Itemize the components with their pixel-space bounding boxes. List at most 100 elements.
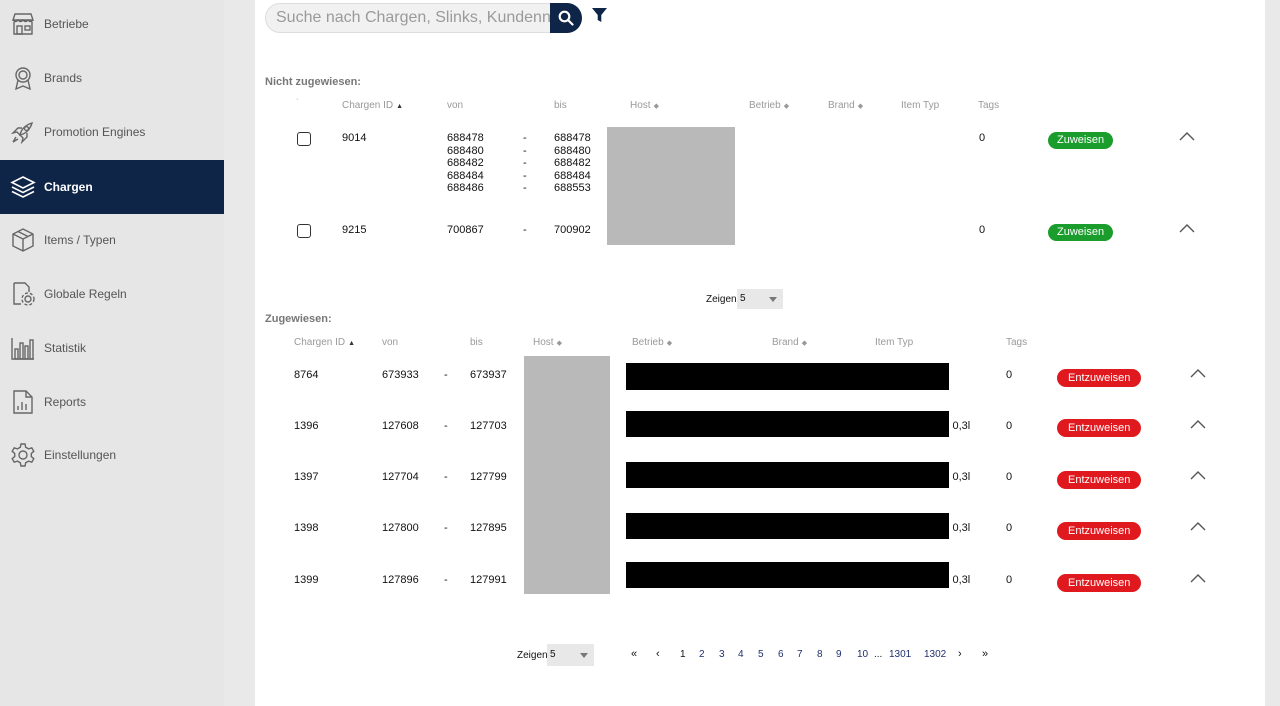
bar-chart-icon <box>9 334 37 362</box>
chevron-up-icon[interactable] <box>1190 419 1206 429</box>
sidebar-item-globale-regeln[interactable]: Globale Regeln <box>0 267 224 321</box>
range-dash: - <box>444 522 448 534</box>
pagination-page[interactable]: 7 <box>797 649 803 660</box>
pagination-page[interactable]: 4 <box>738 649 744 660</box>
search-icon <box>558 10 574 26</box>
header-host[interactable]: Host ◆ <box>630 100 659 111</box>
range-dash: - <box>444 420 448 432</box>
range-from: 673933 <box>382 369 419 381</box>
page-size-select[interactable]: 5 <box>737 289 783 309</box>
store-icon <box>9 10 37 38</box>
betrieb-brand-redacted <box>626 513 949 539</box>
assign-button[interactable]: Zuweisen <box>1048 224 1114 241</box>
item-type: l 0,3l <box>947 574 971 586</box>
sidebar-item-label: Statistik <box>44 341 87 355</box>
rocket-icon <box>9 118 37 146</box>
page-size-label: Zeigen <box>706 294 737 305</box>
betrieb-brand-redacted <box>626 562 949 588</box>
chevron-up-icon[interactable] <box>1190 521 1206 531</box>
pagination-first[interactable]: « <box>631 648 637 660</box>
report-icon <box>9 388 37 416</box>
row-checkbox[interactable] <box>297 224 311 238</box>
chevron-up-icon[interactable] <box>1190 573 1206 583</box>
chargen-id: 9014 <box>342 132 367 144</box>
sidebar: Betriebe Brands Promotion Engines Charge… <box>0 0 224 706</box>
header-tags: Tags <box>1006 337 1028 348</box>
pagination-page[interactable]: 2 <box>699 649 705 660</box>
pagination-page[interactable]: 1 <box>680 649 686 660</box>
sidebar-item-label: Globale Regeln <box>44 287 127 301</box>
unassign-button[interactable]: Entzuweisen <box>1057 574 1142 592</box>
range-to: 127991 <box>470 574 507 586</box>
unassign-button[interactable]: Entzuweisen <box>1057 369 1142 387</box>
page-size-label: Zeigen <box>517 650 548 661</box>
sidebar-item-statistik[interactable]: Statistik <box>0 321 224 375</box>
header-brand[interactable]: Brand ◆ <box>772 337 807 348</box>
pagination-page[interactable]: 9 <box>836 649 842 660</box>
chevron-up-icon[interactable] <box>1190 368 1206 378</box>
search-input[interactable] <box>266 4 552 32</box>
sidebar-item-einstellungen[interactable]: Einstellungen <box>0 428 224 482</box>
caret-down-icon <box>580 653 588 658</box>
chargen-id: 1399 <box>294 574 319 586</box>
sidebar-item-chargen[interactable]: Chargen <box>0 160 224 214</box>
pagination-next[interactable]: › <box>958 648 962 660</box>
item-type: l 0,3l <box>947 420 971 432</box>
header-betrieb[interactable]: Betrieb ◆ <box>749 100 789 111</box>
pagination-page[interactable]: 3 <box>719 649 725 660</box>
range-to: 700902 <box>554 224 591 236</box>
range-dash: - <box>444 369 448 381</box>
pagination-page[interactable]: 10 <box>857 649 868 660</box>
sidebar-item-betriebe[interactable]: Betriebe <box>0 0 224 51</box>
sidebar-item-label: Einstellungen <box>44 448 117 462</box>
unassign-button[interactable]: Entzuweisen <box>1057 419 1142 437</box>
range-to: 127703 <box>470 420 507 432</box>
range-from: 127704 <box>382 471 419 483</box>
sidebar-item-reports[interactable]: Reports <box>0 375 224 429</box>
select-all-marker: · <box>296 96 299 103</box>
sidebar-item-brands[interactable]: Brands <box>0 51 224 105</box>
header-von: von <box>382 337 399 348</box>
header-host[interactable]: Host ◆ <box>533 337 562 348</box>
range-from: 127608 <box>382 420 419 432</box>
header-betrieb[interactable]: Betrieb ◆ <box>632 337 672 348</box>
pagination-page[interactable]: 1302 <box>924 649 946 660</box>
pagination-page[interactable]: 5 <box>758 649 764 660</box>
chevron-up-icon[interactable] <box>1179 223 1195 233</box>
betrieb-brand-redacted <box>626 363 949 390</box>
unassign-button[interactable]: Entzuweisen <box>1057 522 1142 540</box>
sidebar-item-items-typen[interactable]: Items / Typen <box>0 213 224 267</box>
unassign-button[interactable]: Entzuweisen <box>1057 471 1142 489</box>
chevron-up-icon[interactable] <box>1190 470 1206 480</box>
range-to: 688478 688480 688482 688484 688553 <box>554 132 591 195</box>
header-brand[interactable]: Brand ◆ <box>828 100 863 111</box>
chevron-up-icon[interactable] <box>1179 131 1195 141</box>
pagination-last[interactable]: » <box>982 648 988 660</box>
header-chargen-id[interactable]: Chargen ID ▲ <box>294 337 355 348</box>
chargen-id: 1398 <box>294 522 319 534</box>
range-dash: - <box>444 574 448 586</box>
pagination-page[interactable]: 6 <box>778 649 784 660</box>
tags-count: 0 <box>1006 574 1013 586</box>
chargen-id: 8764 <box>294 369 319 381</box>
header-chargen-id[interactable]: Chargen ID ▲ <box>342 100 403 111</box>
pagination-prev[interactable]: ‹ <box>656 648 660 660</box>
tags-count: 0 <box>1006 471 1013 483</box>
gear-icon <box>9 441 37 469</box>
tags-count: 0 <box>1006 369 1013 381</box>
sidebar-item-promotion-engines[interactable]: Promotion Engines <box>0 105 224 159</box>
range-to: 127799 <box>470 471 507 483</box>
range-from: 688478 688480 688482 688484 688486 <box>447 132 484 195</box>
range-dash: - <box>444 471 448 483</box>
tags-count: 0 <box>979 224 986 236</box>
chargen-id: 1397 <box>294 471 319 483</box>
assign-button[interactable]: Zuweisen <box>1048 132 1114 149</box>
search-button[interactable] <box>550 3 582 33</box>
page-size-select[interactable]: 5 <box>547 644 594 666</box>
pagination-page[interactable]: 1301 <box>889 649 911 660</box>
row-checkbox[interactable] <box>297 132 311 146</box>
layers-icon <box>9 173 37 201</box>
pagination-page[interactable]: 8 <box>817 649 823 660</box>
header-item-typ: Item Typ <box>875 337 914 348</box>
filter-button[interactable] <box>591 7 608 24</box>
